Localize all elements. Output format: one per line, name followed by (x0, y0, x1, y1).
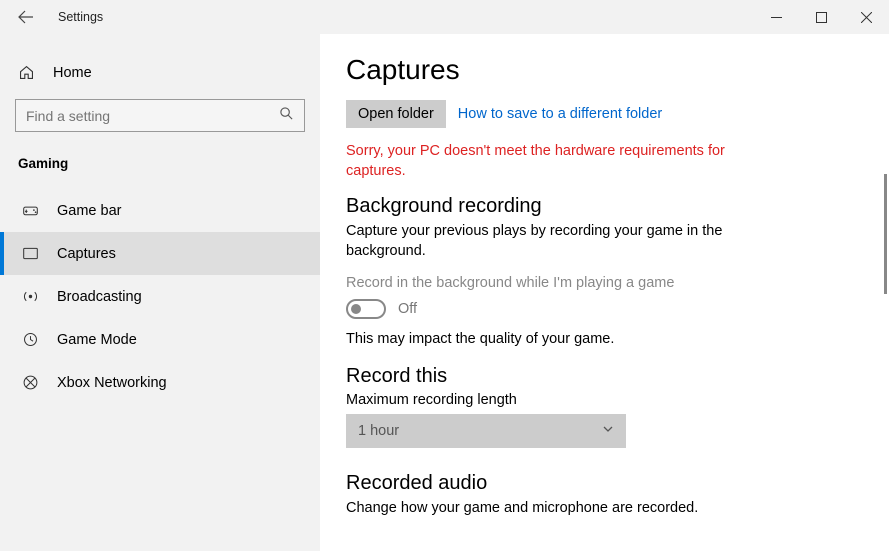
sidebar-item-xbox-networking[interactable]: Xbox Networking (0, 361, 320, 404)
home-label: Home (53, 65, 92, 81)
sidebar-home[interactable]: Home (0, 54, 320, 91)
section-record-this: Record this (346, 365, 863, 388)
xbox-networking-icon (22, 374, 39, 391)
sidebar-item-label: Captures (57, 246, 116, 262)
toggle-knob (351, 304, 361, 314)
broadcasting-icon (22, 288, 39, 305)
sidebar-item-game-bar[interactable]: Game bar (0, 189, 320, 232)
sidebar-item-captures[interactable]: Captures (0, 232, 320, 275)
home-icon (18, 64, 35, 81)
sidebar-item-label: Game Mode (57, 332, 137, 348)
search-icon (279, 106, 294, 126)
back-arrow-icon (18, 9, 34, 25)
bg-recording-desc: Capture your previous plays by recording… (346, 222, 776, 261)
search-field[interactable] (26, 108, 279, 124)
bg-record-toggle[interactable] (346, 299, 386, 319)
how-to-save-link[interactable]: How to save to a different folder (458, 106, 662, 122)
max-length-select[interactable]: 1 hour (346, 414, 626, 448)
back-button[interactable] (12, 3, 40, 31)
error-message: Sorry, your PC doesn't meet the hardware… (346, 142, 776, 181)
select-value: 1 hour (358, 423, 399, 439)
recorded-audio-desc: Change how your game and microphone are … (346, 499, 776, 519)
section-recorded-audio: Recorded audio (346, 472, 863, 495)
category-header: Gaming (0, 150, 320, 189)
maximize-button[interactable] (799, 2, 844, 32)
bg-toggle-label: Record in the background while I'm playi… (346, 275, 863, 291)
search-input[interactable] (15, 99, 305, 132)
toggle-state-text: Off (398, 301, 417, 317)
main-content: Captures Open folder How to save to a di… (320, 34, 889, 551)
minimize-icon (771, 12, 782, 23)
chevron-down-icon (602, 423, 614, 439)
minimize-button[interactable] (754, 2, 799, 32)
sidebar: Home Gaming Game bar (0, 34, 320, 551)
captures-icon (22, 245, 39, 262)
page-title: Captures (346, 54, 863, 86)
scrollbar[interactable] (884, 174, 887, 294)
bg-record-note: This may impact the quality of your game… (346, 331, 863, 347)
section-background-recording: Background recording (346, 195, 863, 218)
titlebar: Settings (0, 0, 889, 34)
sidebar-item-broadcasting[interactable]: Broadcasting (0, 275, 320, 318)
sidebar-item-label: Xbox Networking (57, 375, 167, 391)
max-length-label: Maximum recording length (346, 392, 863, 408)
maximize-icon (816, 12, 827, 23)
sidebar-item-label: Game bar (57, 203, 121, 219)
close-button[interactable] (844, 2, 889, 32)
close-icon (861, 12, 872, 23)
game-bar-icon (22, 202, 39, 219)
sidebar-item-game-mode[interactable]: Game Mode (0, 318, 320, 361)
game-mode-icon (22, 331, 39, 348)
open-folder-button[interactable]: Open folder (346, 100, 446, 128)
sidebar-item-label: Broadcasting (57, 289, 142, 305)
window-title: Settings (58, 10, 103, 24)
